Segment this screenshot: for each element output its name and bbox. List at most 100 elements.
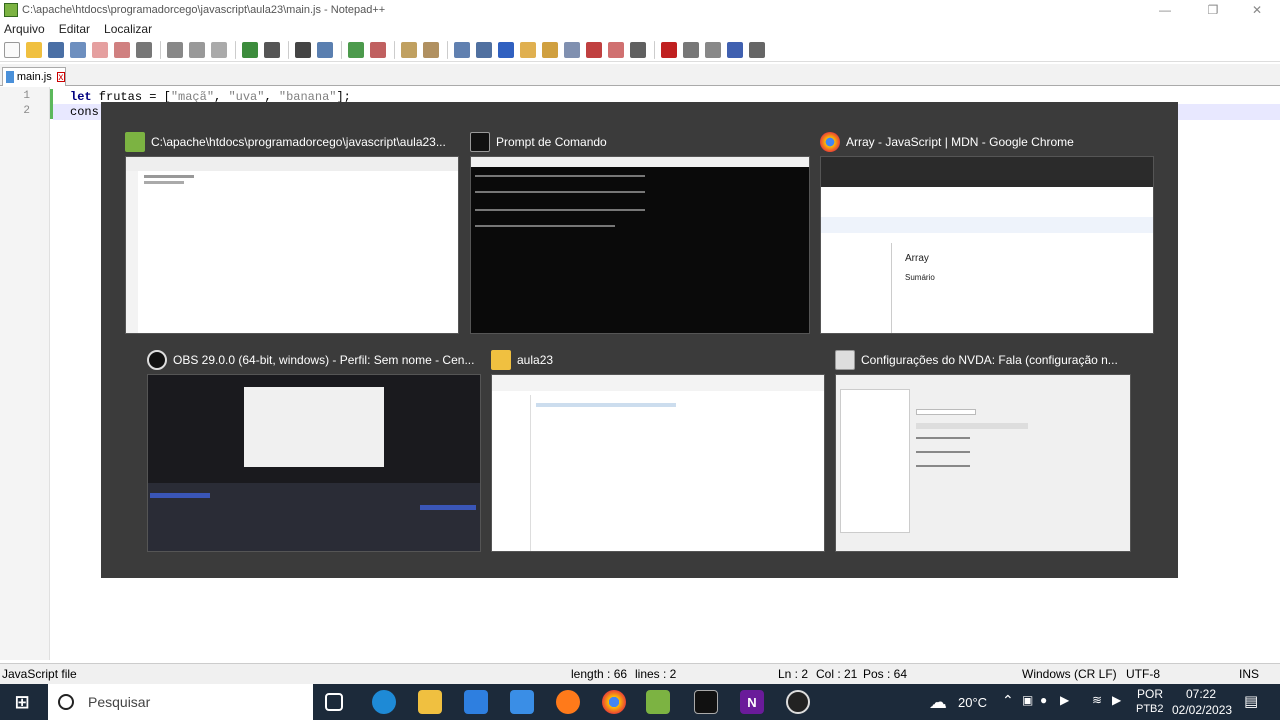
clock-date[interactable]: 02/02/2023 [1172,703,1232,717]
thumb-ribbon [492,375,824,391]
menu-bar: Arquivo Editar Localizar [0,20,1280,38]
switcher-item-chrome[interactable]: Array - JavaScript | MDN - Google Chrome… [820,130,1154,336]
status-col: Col : 21 [816,667,858,681]
status-length: length : 66 [571,667,628,681]
toolbar-separator [160,40,161,59]
menu-arquivo[interactable]: Arquivo [4,22,45,36]
switcher-item-notepadpp[interactable]: C:\apache\htdocs\programadorcego\javascr… [125,130,459,336]
close-file-icon[interactable] [92,41,108,58]
tab-main-js[interactable]: main.js x [2,67,66,86]
find-icon[interactable] [295,41,311,58]
print-icon[interactable] [136,41,152,58]
cmd-icon[interactable] [694,690,718,714]
menu-localizar[interactable]: Localizar [104,22,152,36]
copy-icon[interactable] [189,41,205,58]
windows-start-icon[interactable]: ⊞ [10,690,34,714]
thumb-divider [891,243,892,333]
zoom-out-icon[interactable] [370,41,386,58]
obs-icon[interactable] [786,690,810,714]
save-icon[interactable] [48,41,64,58]
thumb-code-line [144,175,194,178]
new-file-icon[interactable] [4,41,20,58]
paste-icon[interactable] [211,41,227,58]
status-pos: Pos : 64 [863,667,908,681]
tab-bar: main.js x [0,64,1280,86]
network-icon[interactable]: ≋ [1092,693,1102,707]
switcher-item-nvda[interactable]: Configurações do NVDA: Fala (configuraçã… [835,348,1131,554]
keyboard-layout[interactable]: PTB2 [1136,703,1164,715]
window-thumbnail [491,374,825,552]
switcher-item-cmd[interactable]: Prompt de Comando [470,130,810,336]
thumb-titlebar [471,157,809,167]
notepadpp-icon [125,132,145,152]
language-icon[interactable] [520,41,536,58]
taskbar-search[interactable]: Pesquisar [48,684,313,720]
sync-horizontal-icon[interactable] [423,41,439,58]
doc-map-icon[interactable] [542,41,558,58]
restore-icon[interactable]: ❐ [1190,0,1236,20]
code-line-2: cons [70,105,99,119]
weather-icon[interactable]: ☁ [926,690,950,714]
word-wrap-icon[interactable] [454,41,470,58]
window-switcher: C:\apache\htdocs\programadorcego\javascr… [101,102,1178,578]
window-thumbnail [147,374,481,552]
obs-icon [147,350,167,370]
show-all-chars-icon[interactable] [476,41,492,58]
mdn-subheading: Sumário [905,273,935,282]
clock-time[interactable]: 07:22 [1186,687,1216,701]
run-macro-multiple-icon[interactable] [727,41,743,58]
undo-icon[interactable] [242,41,258,58]
close-window-icon[interactable]: ✕ [1234,0,1280,20]
chrome-icon [820,132,840,152]
folder-workspace-icon[interactable] [586,41,602,58]
line-number: 2 [23,105,30,117]
toolbar-separator [341,40,342,59]
monitoring-icon[interactable] [630,41,646,58]
thumb-category-list [840,389,910,533]
document-list-icon[interactable] [608,41,624,58]
notification-icon[interactable]: ▤ [1244,692,1258,710]
microphone-icon[interactable]: ● [1040,693,1047,707]
sync-vertical-icon[interactable] [401,41,417,58]
thumb-banner [821,217,1153,233]
replace-icon[interactable] [317,41,333,58]
minimize-icon[interactable]: — [1142,0,1188,20]
cut-icon[interactable] [167,41,183,58]
edge-icon[interactable] [372,690,396,714]
save-macro-icon[interactable] [749,41,765,58]
switcher-item-obs[interactable]: OBS 29.0.0 (64-bit, windows) - Perfil: S… [147,348,481,554]
save-all-icon[interactable] [70,41,86,58]
taskbar: ⊞ Pesquisar N ☁ 20°C ⌃ ▣ ● ▶ ≋ ▶ POR PTB… [0,684,1280,720]
volume-low-icon[interactable]: ▶ [1060,693,1069,707]
volume-icon[interactable]: ▶ [1112,693,1121,707]
notepadpp-icon[interactable] [646,690,670,714]
nvda-icon[interactable]: N [740,690,764,714]
cmd-icon [470,132,490,152]
play-macro-icon[interactable] [705,41,721,58]
zoom-in-icon[interactable] [348,41,364,58]
file-explorer-icon[interactable] [418,690,442,714]
language-indicator[interactable]: POR [1137,687,1163,701]
mail-icon[interactable] [510,690,534,714]
store-icon[interactable] [464,690,488,714]
function-list-icon[interactable] [564,41,580,58]
redo-icon[interactable] [264,41,280,58]
close-icon[interactable]: x [56,72,65,83]
switcher-item-title: Prompt de Comando [496,135,607,149]
chrome-icon[interactable] [602,690,626,714]
record-macro-icon[interactable] [661,41,677,58]
stop-macro-icon[interactable] [683,41,699,58]
indent-guide-icon[interactable] [498,41,514,58]
switcher-item-aula23[interactable]: aula23 [491,348,825,554]
thumb-toolbar [126,157,458,171]
tray-device-icon[interactable]: ▣ [1022,693,1033,707]
task-view-icon[interactable] [325,693,343,711]
switcher-item-title: C:\apache\htdocs\programadorcego\javascr… [151,135,446,149]
menu-editar[interactable]: Editar [59,22,90,36]
firefox-icon[interactable] [556,690,580,714]
open-file-icon[interactable] [26,41,42,58]
temperature[interactable]: 20°C [958,695,987,710]
status-mode: INS [1239,667,1260,681]
close-all-icon[interactable] [114,41,130,58]
chevron-up-icon[interactable]: ⌃ [1002,692,1014,709]
